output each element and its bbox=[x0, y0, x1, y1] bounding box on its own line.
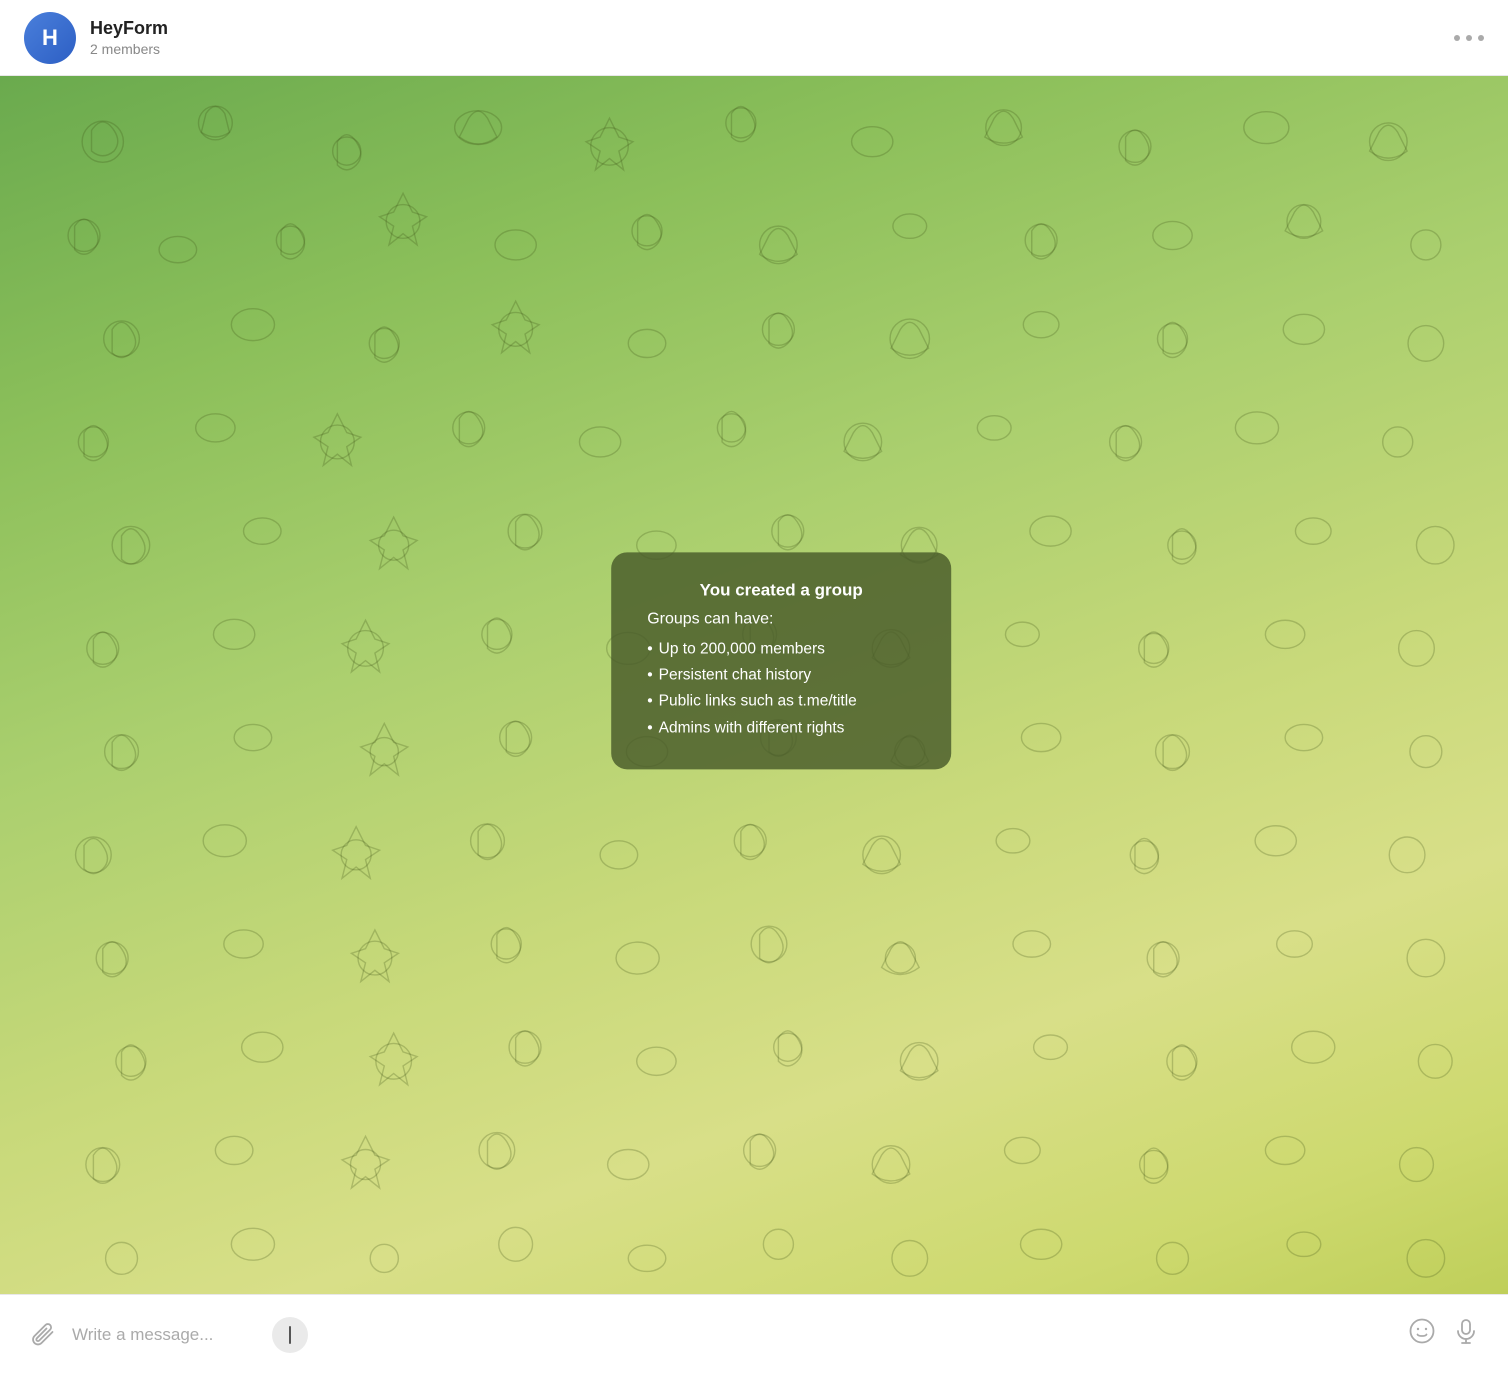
attach-button[interactable] bbox=[28, 1319, 56, 1351]
bubble-item-text: Public links such as t.me/title bbox=[659, 689, 857, 715]
bubble-title: You created a group bbox=[647, 580, 915, 600]
header-info: HeyForm 2 members bbox=[90, 18, 168, 57]
dot-3 bbox=[1478, 35, 1484, 41]
header-left: H HeyForm 2 members bbox=[24, 12, 168, 64]
bullet: • bbox=[647, 636, 652, 662]
dot-1 bbox=[1454, 35, 1460, 41]
bubble-item: • Public links such as t.me/title bbox=[647, 689, 915, 715]
bullet: • bbox=[647, 689, 652, 715]
microphone-button[interactable] bbox=[1452, 1317, 1480, 1352]
bubble-item: • Up to 200,000 members bbox=[647, 636, 915, 662]
more-options-button[interactable] bbox=[1454, 35, 1484, 41]
chat-title: HeyForm bbox=[90, 18, 168, 39]
bubble-item-text: Admins with different rights bbox=[659, 715, 845, 741]
message-input[interactable] bbox=[72, 1325, 1392, 1345]
chat-header: H HeyForm 2 members bbox=[0, 0, 1508, 76]
bullet: • bbox=[647, 715, 652, 741]
bubble-item-text: Persistent chat history bbox=[659, 662, 811, 688]
bubble-item: • Persistent chat history bbox=[647, 662, 915, 688]
emoji-button[interactable] bbox=[1408, 1317, 1436, 1352]
bubble-item: • Admins with different rights bbox=[647, 715, 915, 741]
cursor-bar bbox=[289, 1326, 291, 1344]
dot-2 bbox=[1466, 35, 1472, 41]
message-input-wrapper bbox=[72, 1325, 1392, 1345]
chat-area: You created a group Groups can have: • Up… bbox=[0, 76, 1508, 1294]
bubble-subtitle: Groups can have: bbox=[647, 610, 915, 628]
cursor-indicator bbox=[272, 1317, 308, 1353]
message-input-bar bbox=[0, 1294, 1508, 1374]
group-created-bubble: You created a group Groups can have: • Up… bbox=[611, 552, 951, 769]
bubble-items: • Up to 200,000 members • Persistent chat h… bbox=[647, 636, 915, 741]
member-count: 2 members bbox=[90, 41, 168, 57]
avatar[interactable]: H bbox=[24, 12, 76, 64]
bullet: • bbox=[647, 662, 652, 688]
bubble-item-text: Up to 200,000 members bbox=[659, 636, 825, 662]
